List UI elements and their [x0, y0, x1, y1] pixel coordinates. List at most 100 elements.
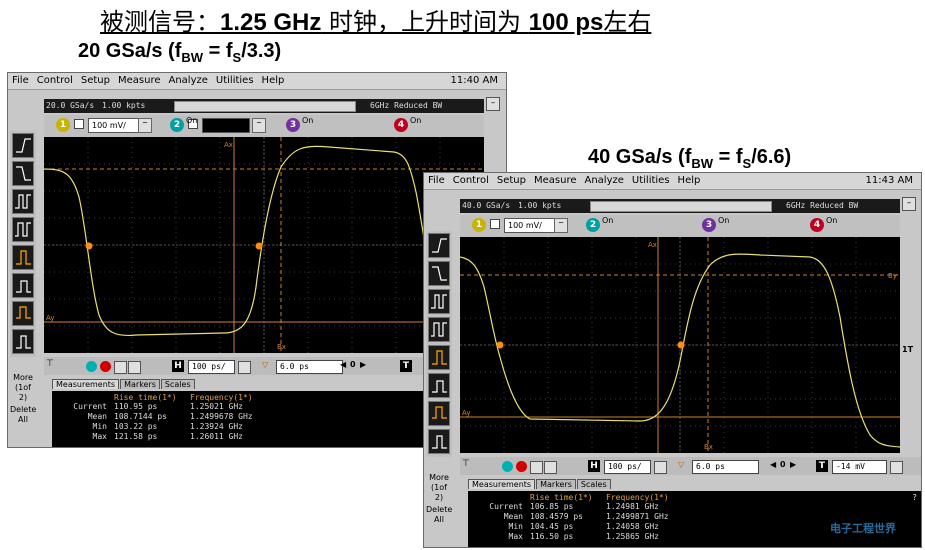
- trigger-position-bar-2[interactable]: [590, 201, 772, 212]
- waveform-display-2[interactable]: Ax Bx Ay By: [460, 237, 900, 453]
- channel-4-icon[interactable]: 4: [394, 118, 408, 132]
- more-button[interactable]: More (1of 2): [10, 373, 36, 403]
- amplitude-icon-2[interactable]: [428, 429, 450, 454]
- tab-scales[interactable]: Scales: [160, 379, 195, 389]
- channel-1-adjust-2[interactable]: ~: [554, 218, 568, 233]
- delay-field-2[interactable]: 6.0 ps: [692, 460, 759, 474]
- amplitude-icon[interactable]: [12, 329, 34, 354]
- trigger-level-field[interactable]: -14 mV: [832, 460, 887, 474]
- pulse-width-icon[interactable]: [12, 189, 34, 214]
- run-icon[interactable]: [86, 361, 97, 372]
- delay-right-arrow-icon-2[interactable]: ▶: [790, 460, 796, 469]
- rise-time-value: 104.45 ps: [530, 522, 574, 531]
- minimize-button[interactable]: –: [486, 97, 500, 111]
- timebase-field-2[interactable]: 100 ps/: [604, 460, 651, 474]
- menu-help-2[interactable]: Help: [674, 173, 705, 186]
- tab-markers-2[interactable]: Markers: [536, 479, 576, 489]
- minimize-button-2[interactable]: –: [902, 197, 916, 211]
- header-frequency: Frequency(1*): [190, 393, 253, 402]
- menu-analyze[interactable]: Analyze: [165, 73, 212, 86]
- channel-1-adjust[interactable]: ~: [138, 118, 152, 133]
- single-icon[interactable]: [114, 361, 127, 374]
- measurement-row-label: Mean: [87, 412, 107, 421]
- period-icon[interactable]: [12, 217, 34, 242]
- pin-icon-2[interactable]: ⊤: [462, 459, 470, 469]
- clock-2: 11:43 AM: [865, 175, 913, 186]
- channel-2-scale[interactable]: [202, 118, 250, 133]
- delay-left-arrow-icon-2[interactable]: ◀: [770, 460, 776, 469]
- menu-setup-2[interactable]: Setup: [493, 173, 530, 186]
- falling-edge-icon-2[interactable]: [428, 261, 450, 286]
- channel-1-icon[interactable]: 1: [56, 118, 70, 132]
- channel-2-adjust[interactable]: ~: [252, 118, 266, 133]
- menu-measure-2[interactable]: Measure: [530, 173, 581, 186]
- marker-ay-label: Ay: [462, 409, 470, 417]
- period-icon-2[interactable]: [428, 317, 450, 342]
- channel-1-icon-2[interactable]: 1: [472, 218, 486, 232]
- falling-edge-icon[interactable]: [12, 161, 34, 186]
- pulse-width-icon-2[interactable]: [428, 289, 450, 314]
- delay-left-arrow-icon[interactable]: ◀: [340, 360, 346, 369]
- channel-3-on-2: On: [718, 216, 730, 225]
- more-button-2[interactable]: More (1of 2): [426, 473, 452, 503]
- single-icon-2[interactable]: [530, 461, 543, 474]
- top-measure-icon[interactable]: [12, 273, 34, 298]
- frequency-icon-2[interactable]: [428, 345, 450, 370]
- menu-utilities[interactable]: Utilities: [212, 73, 258, 86]
- delete-all-button-2[interactable]: Delete All: [426, 505, 452, 525]
- channel-3-icon[interactable]: 3: [286, 118, 300, 132]
- delay-right-arrow-icon[interactable]: ▶: [360, 360, 366, 369]
- menu-measure[interactable]: Measure: [114, 73, 165, 86]
- menu-control[interactable]: Control: [33, 73, 77, 86]
- menu-file-2[interactable]: File: [424, 173, 449, 186]
- channel-1-checkbox[interactable]: [74, 119, 84, 129]
- top-measure-icon-2[interactable]: [428, 373, 450, 398]
- channel-1-scale[interactable]: 100 mV/: [88, 118, 139, 133]
- frequency-icon[interactable]: [12, 245, 34, 270]
- run-icon-2[interactable]: [502, 461, 513, 472]
- waveform-display[interactable]: Ax Bx Ay: [44, 137, 484, 353]
- menu-control-2[interactable]: Control: [449, 173, 493, 186]
- base-measure-icon[interactable]: [12, 301, 34, 326]
- delete-all-button[interactable]: Delete All: [10, 405, 36, 425]
- channel-1-checkbox-2[interactable]: [490, 219, 500, 229]
- stop-icon-2[interactable]: [516, 461, 527, 472]
- rising-edge-icon-2[interactable]: [428, 233, 450, 258]
- channel-4-icon-2[interactable]: 4: [810, 218, 824, 232]
- tab-markers[interactable]: Markers: [120, 379, 160, 389]
- delay-zero-button[interactable]: 0: [350, 360, 356, 369]
- delete-label: Delete: [10, 405, 37, 414]
- menu-setup[interactable]: Setup: [77, 73, 114, 86]
- trigger-position-bar[interactable]: [174, 101, 356, 112]
- channel-2-icon[interactable]: 2: [170, 118, 184, 132]
- stop-icon[interactable]: [100, 361, 111, 372]
- measurement-tabs-2: Measurements Markers Scales: [468, 479, 612, 491]
- caption-left-main: 20 GSa/s (f: [78, 40, 182, 62]
- menu-analyze-2[interactable]: Analyze: [581, 173, 628, 186]
- tab-measurements[interactable]: Measurements: [52, 379, 120, 389]
- menu-utilities-2[interactable]: Utilities: [628, 173, 674, 186]
- delay-zero-button-2[interactable]: 0: [780, 460, 786, 469]
- print-icon[interactable]: [128, 361, 141, 374]
- channel-1-scale-2[interactable]: 100 mV/: [504, 218, 555, 233]
- timebase-adjust-2[interactable]: [654, 461, 667, 474]
- tab-scales-2[interactable]: Scales: [576, 479, 611, 489]
- rising-edge-icon[interactable]: [12, 133, 34, 158]
- channel-2-icon-2[interactable]: 2: [586, 218, 600, 232]
- frequency-value: 1.25021 GHz: [190, 402, 243, 411]
- trigger-level-adjust[interactable]: [890, 461, 903, 474]
- print-icon-2[interactable]: [544, 461, 557, 474]
- header-frequency-2: Frequency(1*): [606, 493, 669, 502]
- delete-sub-label-2: All: [434, 515, 444, 524]
- caption-right-tail: /6.6): [751, 146, 792, 168]
- timebase-adjust[interactable]: [238, 361, 251, 374]
- channel-3-icon-2[interactable]: 3: [702, 218, 716, 232]
- delay-field[interactable]: 6.0 ps: [276, 360, 343, 374]
- menu-file[interactable]: File: [8, 73, 33, 86]
- timebase-field[interactable]: 100 ps/: [188, 360, 235, 374]
- base-measure-icon-2[interactable]: [428, 401, 450, 426]
- tab-measurements-2[interactable]: Measurements: [468, 479, 536, 489]
- pin-icon[interactable]: ⊤: [46, 359, 54, 369]
- menu-help[interactable]: Help: [258, 73, 289, 86]
- help-icon[interactable]: ?: [912, 493, 917, 502]
